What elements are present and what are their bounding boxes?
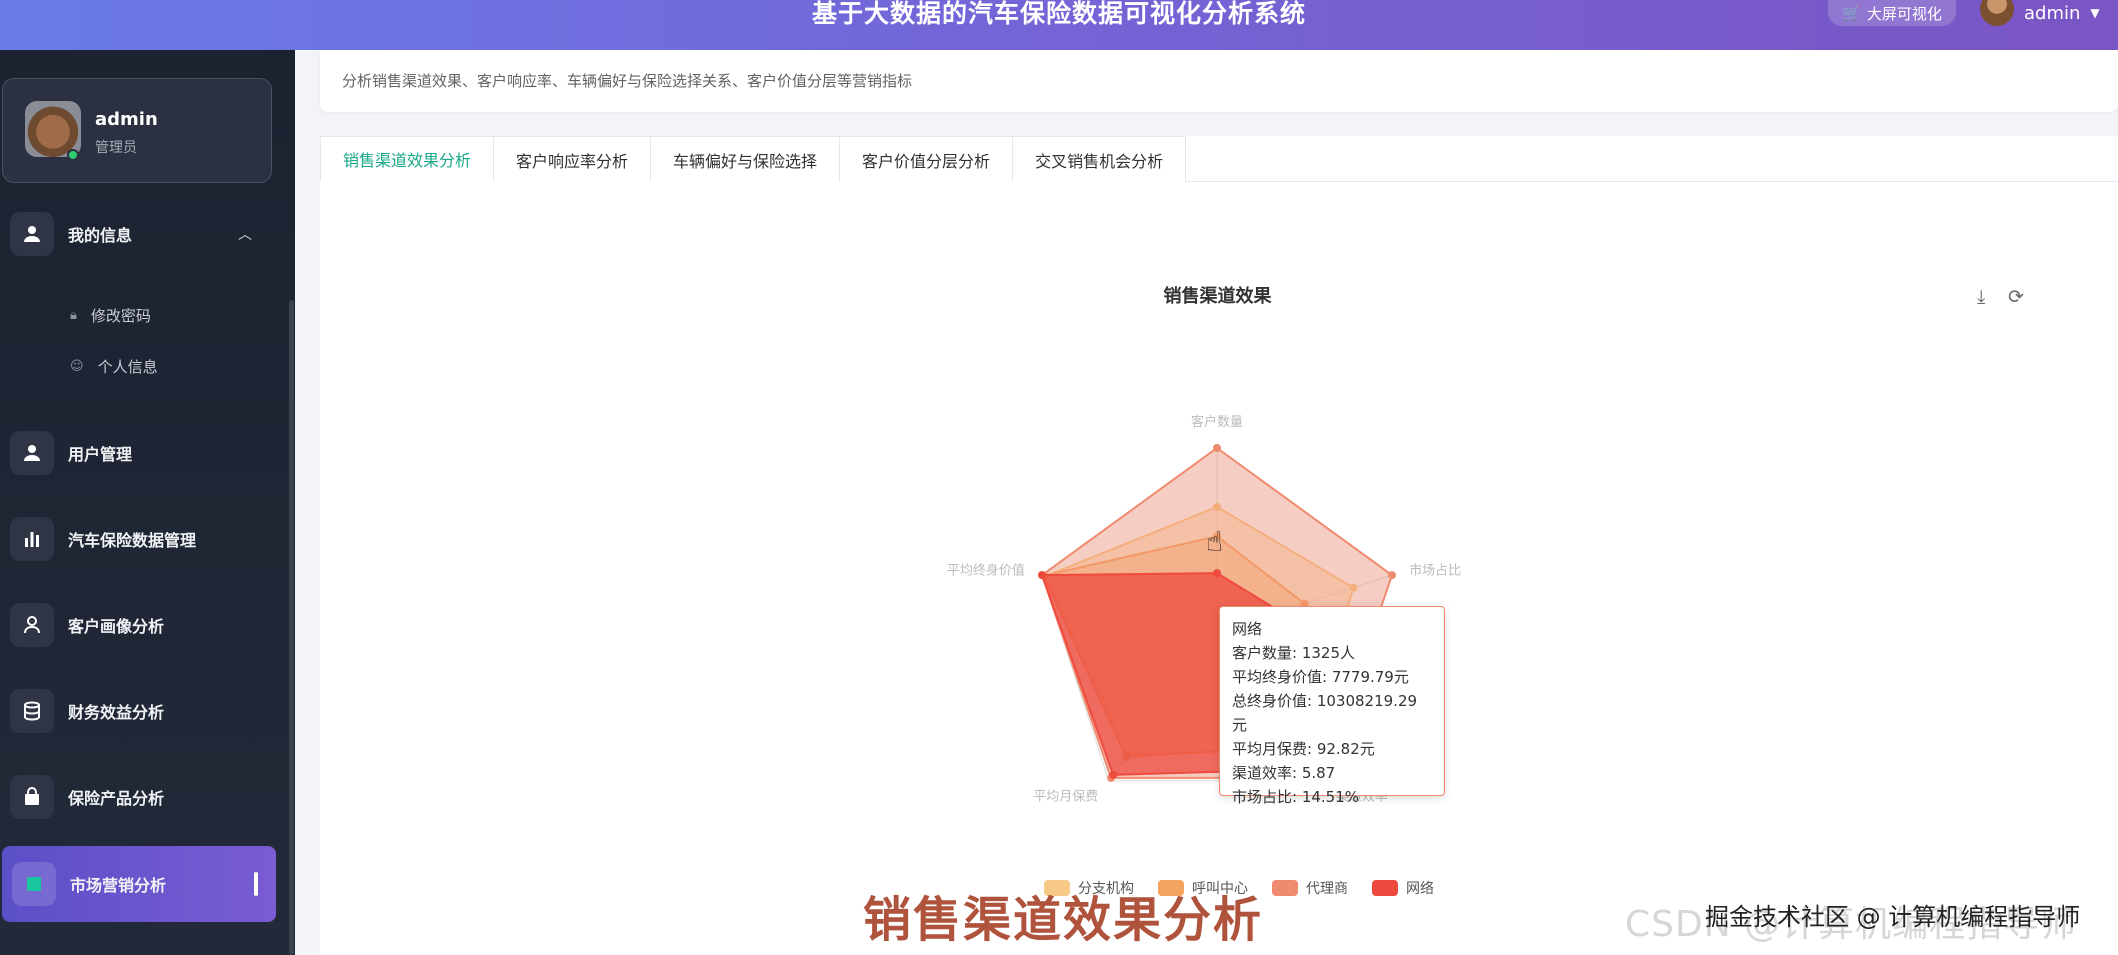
square-icon xyxy=(12,862,56,906)
legend-swatch xyxy=(1372,880,1398,896)
bag-icon xyxy=(10,775,54,819)
sidebar-item-label: 汽车保险数据管理 xyxy=(68,531,197,550)
lock-icon: 🔒︎ xyxy=(70,307,77,323)
bigscreen-label: 大屏可视化 xyxy=(1866,4,1942,23)
tab-bar: 销售渠道效果分析 客户响应率分析 车辆偏好与保险选择 客户价值分层分析 交叉销售… xyxy=(320,136,2118,182)
sidebar-item-products[interactable]: 保险产品分析 xyxy=(0,766,278,828)
legend-item[interactable]: 代理商 xyxy=(1272,878,1348,898)
sidebar-item-label: 用户管理 xyxy=(68,445,133,464)
radar-indicator-label: 平均月保费 xyxy=(1033,789,1098,804)
radar-point[interactable] xyxy=(1387,571,1396,580)
sidebar-item-label: 财务效益分析 xyxy=(68,703,165,722)
chevron-up-icon: ︿ xyxy=(238,227,252,243)
radar-chart: 客户数量市场占比渠道效率平均月保费平均终身价值 xyxy=(947,414,1461,804)
top-username: admin xyxy=(2024,2,2081,24)
radar-point[interactable] xyxy=(1213,444,1221,452)
sidebar-item-label: 市场营销分析 xyxy=(70,876,167,895)
sidebar-subitem-change-password[interactable]: 🔒︎ 修改密码 xyxy=(70,300,151,330)
sidebar-username: admin xyxy=(95,109,158,130)
sidebar: admin 管理员 我的信息 ︿ 🔒︎ 修改密码 ☺ 个人信息 用户管理 汽车保… xyxy=(0,50,295,955)
tooltip-title: 网络 xyxy=(1232,620,1263,638)
chart-tooltip: 网络 客户数量: 1325人 平均终身价值: 7779.79元 总终身价值: 1… xyxy=(1219,606,1445,806)
cart-icon: 🛒 xyxy=(1842,4,1861,22)
radar-point[interactable] xyxy=(1213,569,1221,578)
sidebar-scrollbar[interactable] xyxy=(289,300,294,955)
sidebar-subitem-label: 修改密码 xyxy=(90,306,151,325)
sidebar-item-insurance-data[interactable]: 汽车保险数据管理 xyxy=(0,508,278,570)
sidebar-subitem-label: 个人信息 xyxy=(97,357,158,376)
tooltip-line: 客户数量: 1325人 xyxy=(1232,644,1355,662)
tab-channel-effect[interactable]: 销售渠道效果分析 xyxy=(320,136,495,182)
sidebar-item-customer-profile[interactable]: 客户画像分析 xyxy=(0,594,278,656)
avatar xyxy=(1980,0,2014,26)
tab-response-rate[interactable]: 客户响应率分析 xyxy=(493,136,652,182)
sidebar-item-user-management[interactable]: 用户管理 xyxy=(0,422,278,484)
radar-point[interactable] xyxy=(1109,770,1118,779)
user-icon xyxy=(10,431,54,475)
user-card: admin 管理员 xyxy=(2,78,272,183)
chevron-down-icon: ▼ xyxy=(2090,6,2100,20)
radar-indicator-label: 市场占比 xyxy=(1409,563,1461,579)
tooltip-line: 平均终身价值: 7779.79元 xyxy=(1232,668,1409,686)
user-menu[interactable]: admin ▼ xyxy=(1980,0,2100,26)
legend-swatch xyxy=(1272,880,1298,896)
description-card: 分析销售渠道效果、客户响应率、车辆偏好与保险选择关系、客户价值分层等营销指标 xyxy=(320,50,2118,112)
tooltip-line: 市场占比: 14.51% xyxy=(1232,788,1360,806)
video-caption: 销售渠道效果分析 xyxy=(863,892,1264,948)
sidebar-item-marketing[interactable]: 市场营销分析 xyxy=(2,846,276,922)
legend-label: 网络 xyxy=(1406,881,1434,897)
page-description: 分析销售渠道效果、客户响应率、车辆偏好与保险选择关系、客户价值分层等营销指标 xyxy=(342,72,913,90)
sidebar-item-label: 保险产品分析 xyxy=(68,789,165,808)
radar-indicator-label: 平均终身价值 xyxy=(947,563,1025,579)
online-status-dot xyxy=(67,149,79,161)
sidebar-subitem-profile[interactable]: ☺ 个人信息 xyxy=(70,351,158,381)
tooltip-line: 平均月保费: 92.82元 xyxy=(1232,740,1375,758)
watermark-secondary: 掘金技术社区 @ 计算机编程指导师 xyxy=(1705,903,2081,931)
sidebar-item-my-info[interactable]: 我的信息 ︿ xyxy=(0,203,278,265)
legend-label: 代理商 xyxy=(1306,881,1348,897)
active-indicator xyxy=(254,872,258,896)
legend-item[interactable]: 网络 xyxy=(1372,878,1434,898)
user-icon xyxy=(10,212,54,256)
database-icon xyxy=(10,689,54,733)
hand-cursor-icon: ☝ xyxy=(1206,525,1224,558)
top-header: 基于大数据的汽车保险数据可视化分析系统 🛒 大屏可视化 admin ▼ xyxy=(0,0,2118,50)
tooltip-line: 渠道效率: 5.87 xyxy=(1232,764,1336,782)
radar-point[interactable] xyxy=(1038,571,1047,580)
radar-indicator-label: 客户数量 xyxy=(1191,414,1243,430)
sidebar-item-label: 客户画像分析 xyxy=(68,617,165,636)
chart-panel: 销售渠道效果 ⤓ ⟳ 客户数量 市场占比 渠道效率 平均月保费 平均终身价值 xyxy=(340,232,2095,955)
sidebar-item-label: 我的信息 xyxy=(68,226,133,245)
sidebar-user-role: 管理员 xyxy=(95,140,137,156)
person-icon xyxy=(10,603,54,647)
app-title: 基于大数据的汽车保险数据可视化分析系统 xyxy=(811,0,1306,28)
sidebar-item-finance[interactable]: 财务效益分析 xyxy=(0,680,278,742)
bigscreen-button[interactable]: 🛒 大屏可视化 xyxy=(1828,0,1956,26)
tab-vehicle-preference[interactable]: 车辆偏好与保险选择 xyxy=(650,136,841,182)
user-outline-icon: ☺ xyxy=(70,358,84,374)
tab-customer-value[interactable]: 客户价值分层分析 xyxy=(839,136,1014,182)
tooltip-line: 总终身价值: 10308219.29元 xyxy=(1232,692,1418,734)
tab-cross-sell[interactable]: 交叉销售机会分析 xyxy=(1012,136,1187,182)
bar-chart-icon xyxy=(10,517,54,561)
